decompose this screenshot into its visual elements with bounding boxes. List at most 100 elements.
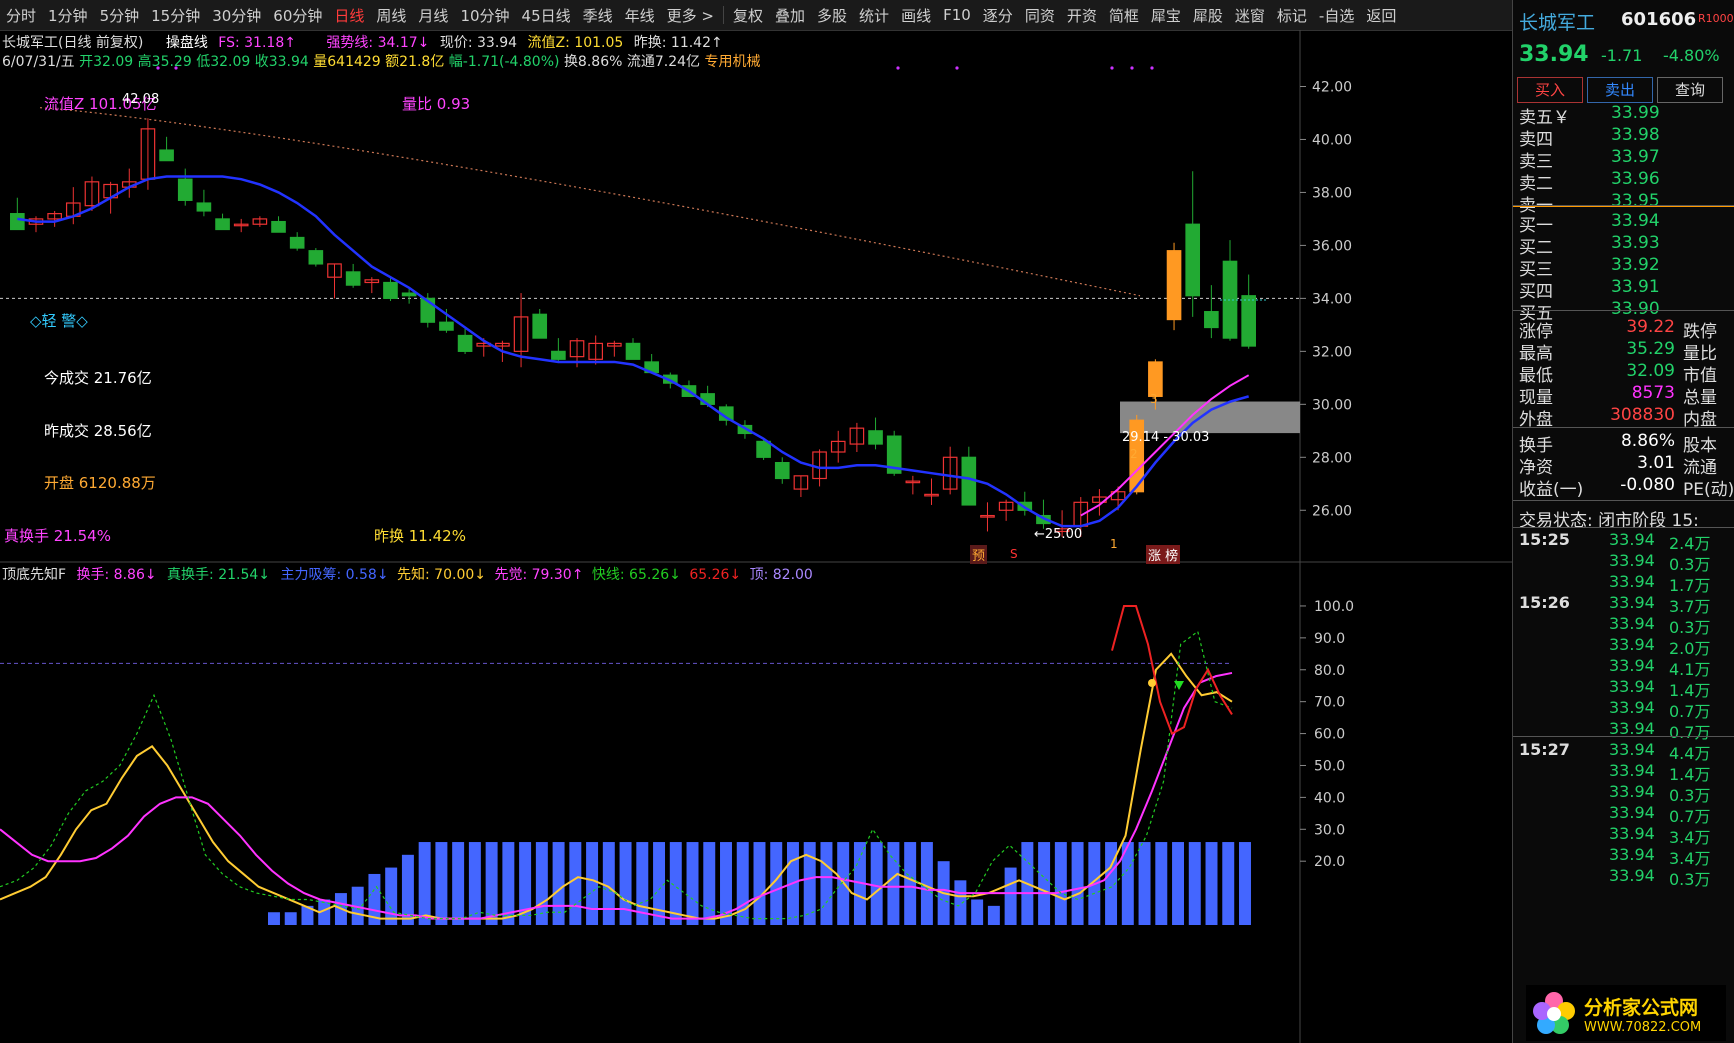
toolbar-item[interactable]: -自选 <box>1313 5 1360 26</box>
sub-bar <box>569 842 582 925</box>
price-change: -1.71 <box>1601 46 1643 65</box>
ohlc: 开32.09 高35.29 低32.09 收33.94 <box>79 54 309 70</box>
sell-button[interactable]: 卖出 <box>1587 77 1653 103</box>
indicator-name: 操盘线 <box>165 35 208 51</box>
ask-row[interactable]: 卖四 33.98 <box>1519 125 1729 150</box>
toolbar-item[interactable]: F10 <box>937 6 977 24</box>
toolbar-item[interactable]: 5分钟 <box>94 5 146 26</box>
toolbar-item[interactable]: 更多 > <box>661 5 720 26</box>
toolbar-item[interactable]: 季线 <box>577 5 619 26</box>
bid-row[interactable]: 买四 33.91 <box>1519 277 1729 302</box>
ask-row[interactable]: 卖二 33.96 <box>1519 169 1729 194</box>
ohlc-info-line: 6/07/31/五 开32.09 高35.29 低32.09 收33.94 量6… <box>2 51 761 71</box>
toolbar-item[interactable]: 画线 <box>895 5 937 26</box>
tick-row: 33.94 0.7万 <box>1609 803 1711 826</box>
toolbar-item[interactable]: 迷窗 <box>1229 5 1271 26</box>
candle-body <box>774 461 790 480</box>
sub-bar <box>971 899 984 925</box>
tick-row: 15:27 33.94 4.4万 <box>1519 740 1711 763</box>
toolbar-item[interactable]: 犀宝 <box>1145 5 1187 26</box>
toolbar-item[interactable]: 月线 <box>412 5 454 26</box>
toolbar-item[interactable]: 60分钟 <box>267 5 328 26</box>
candle-body <box>159 149 174 162</box>
stock-title: 长城军工(日线 前复权) <box>2 35 144 51</box>
sub-line-3 <box>1111 604 1233 735</box>
toolbar-item[interactable]: 多股 <box>811 5 853 26</box>
sub-bar <box>535 842 548 925</box>
rzrq-tag: R1000 <box>1698 12 1734 25</box>
toolbar-item[interactable]: 简框 <box>1103 5 1145 26</box>
toolbar-item[interactable]: 开资 <box>1061 5 1103 26</box>
signal-dot <box>1110 66 1114 70</box>
candle-body <box>868 430 883 445</box>
toolbar-item[interactable]: 日线 <box>328 5 370 26</box>
query-button[interactable]: 查询 <box>1657 77 1723 103</box>
bid-row[interactable]: 买一 33.94 <box>1519 211 1729 236</box>
toolbar-item[interactable]: 犀股 <box>1187 5 1229 26</box>
candle-body <box>439 321 454 331</box>
sub-y-tick-label: 20.0 <box>1314 854 1345 870</box>
toolbar-item[interactable]: 1分钟 <box>42 5 94 26</box>
stock-code: 601606 <box>1621 9 1697 30</box>
ltz-value: 流值Z: 101.05 <box>527 35 624 51</box>
toolbar-item[interactable]: 标记 <box>1271 5 1313 26</box>
sub-bar <box>1239 842 1251 925</box>
watermark-logo: 分析家公式网 WWW.70822.COM <box>1526 985 1726 1041</box>
sub-bar <box>1054 842 1067 925</box>
toolbar-item[interactable]: 30分钟 <box>206 5 267 26</box>
sub-bar <box>987 905 1000 925</box>
sub-bar <box>1172 842 1185 925</box>
candle-body <box>345 271 361 286</box>
sub-bar <box>1004 867 1017 925</box>
sub-bar <box>1222 842 1235 925</box>
tick-row: 33.94 0.3万 <box>1609 614 1711 637</box>
toolbar-item[interactable]: 统计 <box>853 5 895 26</box>
fs-value: FS: 31.18↑ <box>218 35 296 51</box>
tick-row: 33.94 3.4万 <box>1609 845 1711 868</box>
peak-marker <box>1148 679 1156 687</box>
candle-body <box>177 178 193 201</box>
signal-dot <box>955 66 959 70</box>
buy-button[interactable]: 买入 <box>1517 77 1583 103</box>
toolbar-item[interactable]: 分时 <box>0 5 42 26</box>
toolbar-item[interactable]: 45日线 <box>516 5 577 26</box>
toolbar-item[interactable]: 返回 <box>1360 5 1402 26</box>
toolbar-item[interactable]: 叠加 <box>769 5 811 26</box>
true-turnover: 真换手 21.54% <box>4 527 111 545</box>
sub-bar <box>1038 842 1051 925</box>
y-tick-label: 32.00 <box>1312 344 1352 360</box>
candle-body <box>289 236 305 249</box>
bid-row[interactable]: 买二 33.93 <box>1519 233 1729 258</box>
sub-ding: 顶: 82.00 <box>749 567 813 583</box>
sub-bar <box>586 842 599 925</box>
today-amount: 今成交 21.76亿 <box>44 369 152 387</box>
zhangbang-tag: 涨 榜 <box>1146 545 1181 564</box>
toolbar-item[interactable]: 同资 <box>1019 5 1061 26</box>
y-tick-label: 26.00 <box>1312 503 1352 519</box>
bid-row[interactable]: 买三 33.92 <box>1519 255 1729 280</box>
marker-2: 2 <box>1130 447 1138 461</box>
sub-bar <box>1071 842 1084 925</box>
signal-dot <box>1130 66 1134 70</box>
kline-chart[interactable]: 42.00 40.00 38.00 36.00 34.00 32.00 30.00 28.00… <box>0 30 1512 1043</box>
tick-row: 33.94 1.4万 <box>1609 677 1711 700</box>
y-tick-label: 30.00 <box>1312 397 1352 413</box>
period-toolbar: 分时 1分钟 5分钟 15分钟 30分钟 60分钟 日线 周线 月线 10分钟 45日线 季线 年线 更多… <box>0 0 1512 31</box>
toolbar-item[interactable]: 周线 <box>370 5 412 26</box>
yu-tag: 预 <box>970 545 988 564</box>
toolbar-item[interactable]: 复权 <box>727 5 769 26</box>
sub-indicator-info: 顶底先知F 换手: 8.86↓ 真换手: 21.54↓ 主力吸筹: 0.58↓ … <box>2 564 813 584</box>
ask-row[interactable]: 卖三 33.97 <box>1519 147 1729 172</box>
toolbar-item[interactable]: 15分钟 <box>145 5 206 26</box>
main-info-line: 长城军工(日线 前复权) 操盘线 FS: 31.18↑ 强势线: 34.17↓ … <box>2 32 723 52</box>
toolbar-item[interactable]: 10分钟 <box>454 5 515 26</box>
sector-tag: 专用机械 <box>704 54 761 70</box>
toolbar-item[interactable]: 逐分 <box>977 5 1019 26</box>
sub-zhuli: 主力吸筹: 0.58↓ <box>280 567 389 583</box>
candle-body <box>551 350 566 360</box>
zuohuan-value: 昨换: 11.42↑ <box>633 35 723 51</box>
sub-xianzhi: 先知: 70.00↓ <box>397 567 486 583</box>
ask-row[interactable]: 卖五￥ 33.99 <box>1519 103 1729 128</box>
sub-bar <box>1138 842 1151 925</box>
toolbar-item[interactable]: 年线 <box>619 5 661 26</box>
